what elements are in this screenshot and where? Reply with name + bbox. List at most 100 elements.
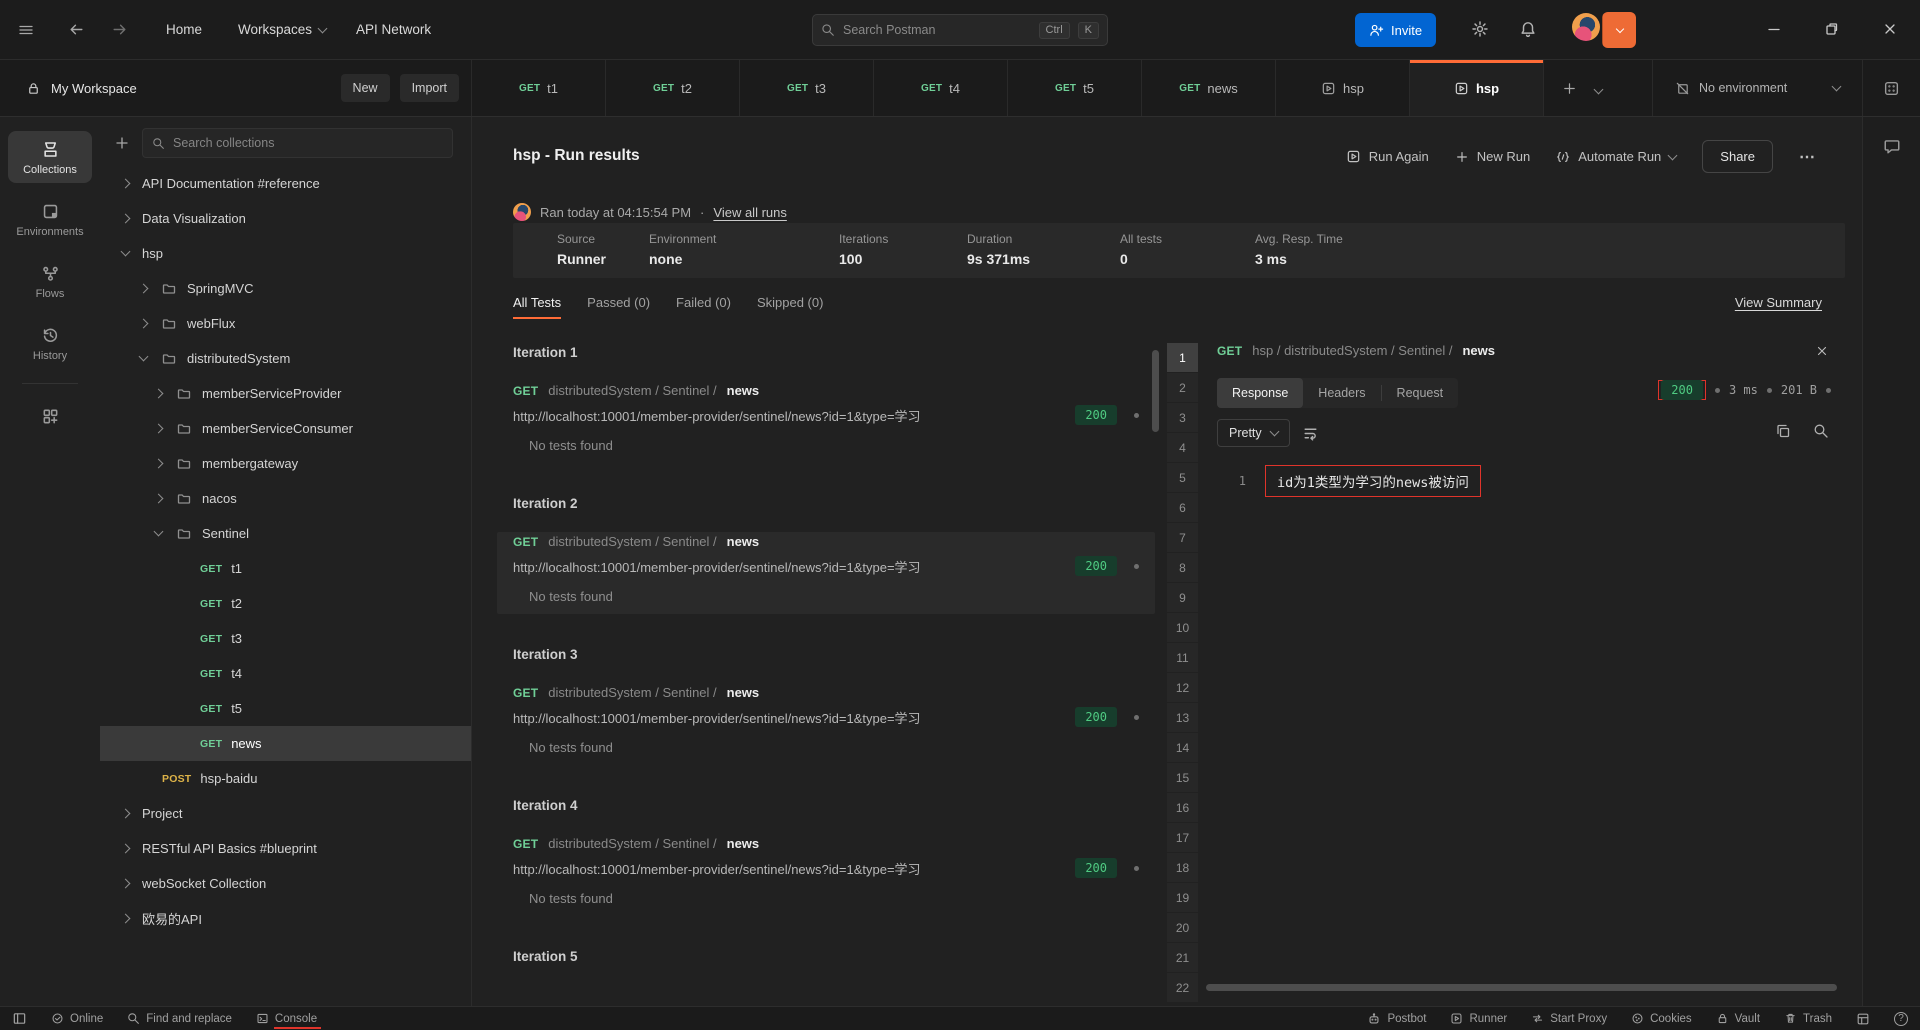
iteration-number[interactable]: 5 [1167, 463, 1198, 493]
back-arrow-icon[interactable] [68, 21, 85, 38]
nav-home[interactable]: Home [166, 22, 202, 37]
tab-options-chevron-icon[interactable] [1593, 78, 1604, 98]
find-and-replace-button[interactable]: Find and replace [127, 1007, 232, 1030]
iteration-number[interactable]: 16 [1167, 793, 1198, 823]
tab-failed[interactable]: Failed (0) [676, 295, 731, 319]
new-tab-plus-icon[interactable] [1562, 81, 1577, 96]
view-all-runs-link[interactable]: View all runs [713, 205, 786, 220]
tree-item-request-selected[interactable]: GET news [100, 726, 471, 761]
tree-item-collection[interactable]: webSocket Collection [100, 866, 471, 901]
sidebar-toggle-icon[interactable] [12, 1007, 27, 1030]
new-button[interactable]: New [340, 74, 390, 102]
comment-icon[interactable] [1883, 137, 1901, 1006]
tree-item-folder[interactable]: webFlux [100, 306, 471, 341]
rail-item-environments[interactable]: Environments [8, 193, 92, 245]
tree-item-request[interactable]: POST hsp-baidu [100, 761, 471, 796]
tree-item-request[interactable]: GET t2 [100, 586, 471, 621]
tab-request[interactable]: Request [1382, 378, 1459, 408]
horizontal-scrollbar[interactable] [1206, 984, 1837, 991]
notifications-bell-icon[interactable] [1519, 20, 1537, 38]
tab-headers[interactable]: Headers [1303, 378, 1380, 408]
tab-passed[interactable]: Passed (0) [587, 295, 650, 319]
iteration-number[interactable]: 17 [1167, 823, 1198, 853]
search-body-icon[interactable] [1813, 423, 1829, 439]
tree-item-folder[interactable]: memberServiceConsumer [100, 411, 471, 446]
iteration-number[interactable]: 15 [1167, 763, 1198, 793]
rail-item-collections[interactable]: Collections [8, 131, 92, 183]
automate-run-button[interactable]: Automate Run [1556, 149, 1678, 164]
pretty-dropdown[interactable]: Pretty [1217, 419, 1290, 447]
vault-button[interactable]: Vault [1716, 1012, 1760, 1025]
tab-t5[interactable]: GET t5 [1008, 60, 1142, 116]
nav-workspaces[interactable]: Workspaces [238, 22, 328, 37]
iteration-number[interactable]: 9 [1167, 583, 1198, 613]
tree-item-request[interactable]: GET t5 [100, 691, 471, 726]
tab-t4[interactable]: GET t4 [874, 60, 1008, 116]
invite-button[interactable]: Invite [1355, 13, 1437, 47]
iteration-number[interactable]: 8 [1167, 553, 1198, 583]
iteration-number[interactable]: 14 [1167, 733, 1198, 763]
search-input[interactable] [843, 23, 1031, 37]
import-button[interactable]: Import [399, 74, 459, 102]
iteration-request[interactable]: GET distributedSystem / Sentinel / news [513, 685, 1147, 700]
window-restore-button[interactable] [1824, 18, 1840, 40]
iteration-number[interactable]: 21 [1167, 943, 1198, 973]
iteration-number[interactable]: 13 [1167, 703, 1198, 733]
user-avatar[interactable] [1572, 13, 1600, 41]
iteration-number[interactable]: 4 [1167, 433, 1198, 463]
iteration-number[interactable]: 12 [1167, 673, 1198, 703]
window-minimize-button[interactable] [1766, 18, 1782, 40]
iteration-number[interactable]: 3 [1167, 403, 1198, 433]
start-proxy-button[interactable]: Start Proxy [1531, 1012, 1607, 1025]
tree-item-folder[interactable]: nacos [100, 481, 471, 516]
sidebar-search[interactable] [142, 128, 453, 158]
iteration-request[interactable]: GET distributedSystem / Sentinel / news [513, 383, 1147, 398]
global-search[interactable]: Ctrl K [812, 14, 1108, 46]
tree-item-folder[interactable]: SpringMVC [100, 271, 471, 306]
tree-item-folder[interactable]: membergateway [100, 446, 471, 481]
settings-gear-icon[interactable] [1471, 20, 1489, 38]
tab-response[interactable]: Response [1217, 378, 1304, 408]
collections-search-input[interactable] [173, 136, 443, 150]
tab-all-tests[interactable]: All Tests [513, 295, 562, 319]
tab-t1[interactable]: GET t1 [472, 60, 606, 116]
environment-selector[interactable]: No environment [1652, 60, 1862, 116]
window-grid-icon[interactable] [1856, 1012, 1870, 1026]
iteration-number[interactable]: 6 [1167, 493, 1198, 523]
tab-news[interactable]: GET news [1142, 60, 1276, 116]
tree-item-collection[interactable]: hsp [100, 236, 471, 271]
trash-button[interactable]: Trash [1784, 1012, 1832, 1025]
tab-hsp-runner[interactable]: hsp [1276, 60, 1410, 116]
tree-item-collection[interactable]: API Documentation #reference [100, 166, 471, 201]
tree-item-request[interactable]: GET t4 [100, 656, 471, 691]
tree-item-folder[interactable]: distributedSystem [100, 341, 471, 376]
tree-item-request[interactable]: GET t1 [100, 551, 471, 586]
rail-item-more-blocks[interactable] [8, 398, 92, 433]
menu-icon[interactable] [18, 22, 34, 38]
nav-api-network[interactable]: API Network [356, 22, 431, 37]
upgrade-dropdown-button[interactable] [1602, 12, 1636, 48]
rail-item-flows[interactable]: Flows [8, 255, 92, 307]
iteration-number[interactable]: 22 [1167, 973, 1198, 1003]
tab-t3[interactable]: GET t3 [740, 60, 874, 116]
new-run-button[interactable]: New Run [1455, 149, 1530, 164]
rail-item-history[interactable]: History [8, 317, 92, 369]
runner-button[interactable]: Runner [1450, 1012, 1507, 1025]
tree-item-collection[interactable]: 欧易的API [100, 901, 471, 936]
iteration-number[interactable]: 2 [1167, 373, 1198, 403]
more-options-icon[interactable]: ⋯ [1799, 147, 1817, 167]
view-summary-link[interactable]: View Summary [1735, 295, 1822, 310]
iteration-number[interactable]: 18 [1167, 853, 1198, 883]
iteration-request[interactable]: GET distributedSystem / Sentinel / news [513, 534, 1147, 549]
postbot-button[interactable]: Postbot [1367, 1012, 1426, 1026]
iteration-number[interactable]: 10 [1167, 613, 1198, 643]
iteration-number[interactable]: 11 [1167, 643, 1198, 673]
add-collection-plus-icon[interactable] [114, 135, 130, 151]
help-icon[interactable]: ? [1894, 1011, 1908, 1026]
run-again-button[interactable]: Run Again [1346, 149, 1429, 164]
tree-item-collection[interactable]: RESTful API Basics #blueprint [100, 831, 471, 866]
tab-hsp-runner-active[interactable]: hsp [1410, 60, 1544, 116]
console-button[interactable]: Console [256, 1007, 322, 1030]
tree-item-request[interactable]: GET t3 [100, 621, 471, 656]
tab-skipped[interactable]: Skipped (0) [757, 295, 823, 319]
